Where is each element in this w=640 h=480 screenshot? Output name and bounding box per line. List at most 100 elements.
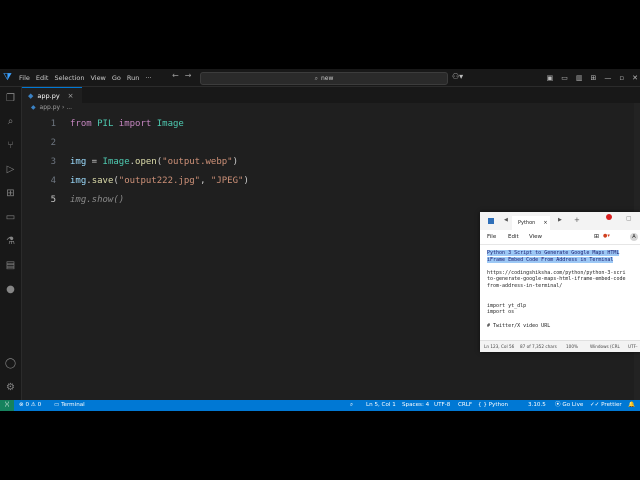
variable: img [70,157,87,167]
extensions-icon[interactable]: ⊞ [4,187,17,200]
notepad-statusbar: Ln 123, Col 56 87 of 7,352 chars 100% Wi… [480,340,640,352]
new-tab-icon[interactable]: + [574,216,580,224]
notepad-user-icon[interactable]: ●▾ [603,233,610,239]
text-line: import yt_dlp [487,302,527,309]
code-line: 4 img.save("output222.jpg", "JPEG") [22,176,622,195]
variable: img [70,176,87,186]
go-live-label: Go Live [562,402,584,408]
terminal-label: Terminal [61,402,85,408]
notepad-maximize-icon[interactable]: ▢ [626,215,632,222]
extension-view-icon[interactable]: ▤ [4,259,17,272]
menu-view[interactable]: View [90,74,105,82]
nav-arrows: ← → [172,71,197,80]
text-line: to-generate-google-maps-html-iframe-embe… [487,276,626,283]
toggle-secondary-sidebar-icon[interactable]: ▥ [576,74,583,82]
menu-go[interactable]: Go [112,74,121,82]
remote-indicator-icon[interactable]: ⟩⟨ [0,400,14,411]
vscode-logo-icon: ⧩ [3,72,12,83]
line-ending[interactable]: CRLF [458,400,472,411]
paren: ) [232,157,239,167]
remote-explorer-icon[interactable]: ▭ [4,211,17,224]
title-bar: ⧩ File Edit Selection View Go Run ··· ← →… [0,69,640,87]
notepad-line-ending: Windows (CRL [590,344,620,349]
cursor-position[interactable]: Ln 5, Col 1 [366,400,396,411]
layout-icon[interactable]: ⊞ [591,74,597,82]
menu-selection[interactable]: Selection [54,74,84,82]
class-name: Image [102,157,130,167]
terminal-button[interactable]: ▭ Terminal [54,400,85,411]
menu-run[interactable]: Run [127,74,139,82]
close-icon[interactable]: ✕ [632,74,638,82]
indentation[interactable]: Spaces: 4 [402,400,429,411]
go-live-button[interactable]: ⦿ Go Live [555,400,583,411]
text-line: import os [487,309,515,316]
tab-close-icon[interactable]: × [68,92,74,100]
testing-icon[interactable]: ⚗ [4,235,17,248]
breadcrumb-file[interactable]: app.py [40,104,61,111]
string-literal: "output.webp" [162,157,233,167]
notepad-menu-view[interactable]: View [529,234,542,240]
string-literal: "output222.jpg" [118,176,201,186]
forward-arrow-icon[interactable]: → [185,71,192,80]
toggle-panel-icon[interactable]: ▭ [561,74,568,82]
breadcrumb: ◆ app.py › ... [31,104,72,111]
menu-file[interactable]: File [19,74,30,82]
keyword-import: import [118,119,152,129]
tab-scroll-left-icon[interactable]: ◀ [504,217,508,223]
notepad-grid-icon[interactable]: ⊞ [594,233,599,240]
language-mode[interactable]: { } Python [478,400,508,411]
python-version[interactable]: 3.10.5 [528,400,546,411]
search-label: new [320,75,334,82]
python-file-icon: ◆ [31,104,36,111]
encoding[interactable]: UTF-8 [434,400,450,411]
notepad-menu-edit[interactable]: Edit [508,234,519,240]
notifications-bell-icon[interactable]: 🔔 [628,400,635,411]
line-number: 2 [50,138,56,148]
notepad-tab-close-icon[interactable]: × [543,220,547,226]
explorer-icon[interactable]: ❐ [4,92,17,105]
prettier-button[interactable]: ✓✓ Prettier [590,400,622,411]
notepad-text[interactable]: Python 3 Script to Generate Google Maps … [487,250,640,329]
string-literal: "JPEG" [210,176,244,186]
line-number: 1 [50,119,56,129]
notepad-copilot-icon[interactable]: A [630,233,638,241]
extension-badge-icon[interactable]: ● [4,283,17,296]
maximize-icon[interactable]: ▫ [619,74,624,82]
operator: = [86,157,103,167]
python-file-icon: ◆ [28,92,34,100]
problems-indicator[interactable]: ⊗ 0 ⚠ 0 [19,400,41,411]
menu-bar: File Edit Selection View Go Run ··· [19,69,158,86]
search-view-icon[interactable]: ⌕ [4,115,17,128]
notepad-menu-file[interactable]: File [487,234,496,240]
tab-scroll-right-icon[interactable]: ▶ [558,217,562,223]
class-name: Image [156,119,184,129]
editor-tabs: ◆ app.py × [22,87,640,104]
line-number: 4 [50,176,56,186]
account-icon[interactable]: ◯ [4,357,17,370]
language-label: Python [488,402,509,408]
back-arrow-icon[interactable]: ← [172,71,179,80]
tab-app-py[interactable]: ◆ app.py × [22,87,82,104]
zoom-icon[interactable]: ⌕ [350,400,353,411]
settings-gear-icon[interactable]: ⚙ [4,381,17,394]
notepad-cursor-position: Ln 123, Col 56 [484,344,515,349]
tab-label: app.py [37,92,60,100]
line-number: 3 [50,157,56,167]
minimize-icon[interactable]: — [604,74,611,82]
notepad-window: ◀ Python × ▶ + ▢ File Edit View ⊞ ●▾ A Py… [480,212,640,352]
run-debug-icon[interactable]: ▷ [4,163,17,176]
toggle-sidebar-icon[interactable]: ▣ [547,74,554,82]
notepad-titlebar: ◀ Python × ▶ + ▢ [480,212,640,230]
notepad-app-icon [488,218,494,224]
notepad-menu: File Edit View ⊞ ●▾ A [480,230,640,245]
text-line: https://codingshiksha.com/python/python-… [487,269,626,276]
source-control-icon[interactable]: ⑂ [4,139,17,152]
notepad-zoom: 100% [566,344,578,349]
notepad-tab[interactable]: Python × [512,216,550,230]
breadcrumb-rest[interactable]: ... [66,104,72,111]
menu-edit[interactable]: Edit [36,74,49,82]
command-center-search[interactable]: ⌕ new [200,72,448,85]
menu-more-icon[interactable]: ··· [145,74,151,82]
text-line: # Twitter/X video URL [487,322,551,329]
copilot-icon[interactable]: ⚇▾ [452,72,463,81]
